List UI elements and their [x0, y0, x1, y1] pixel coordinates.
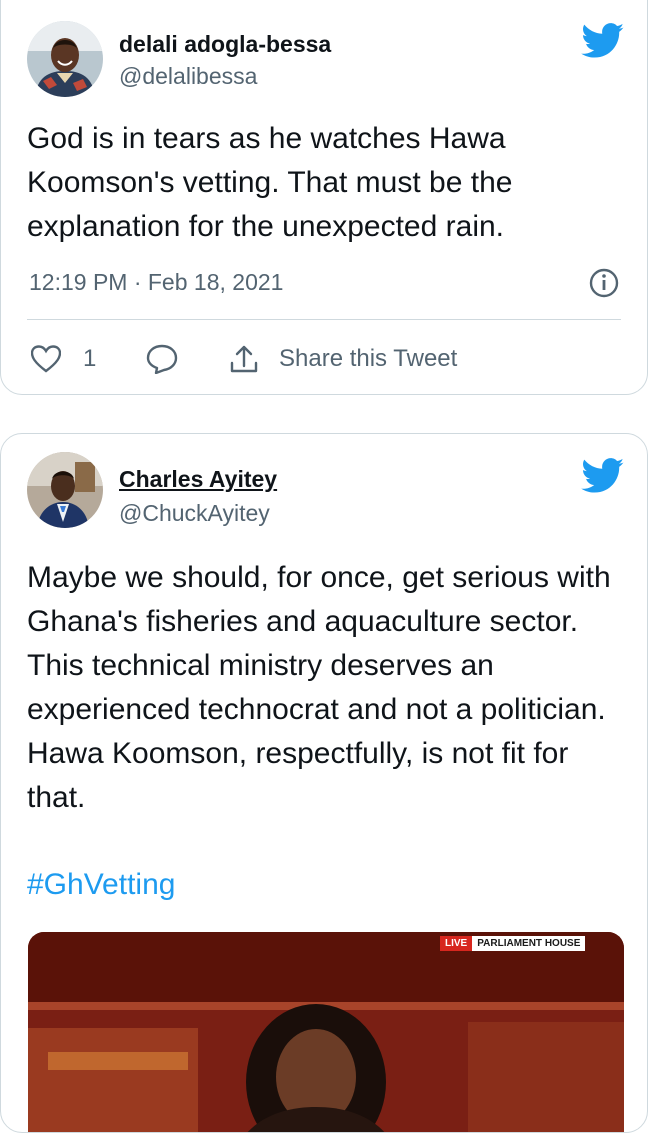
reply-button[interactable] — [146, 341, 178, 377]
author-handle[interactable]: @delalibessa — [119, 63, 257, 90]
tweet-card[interactable]: Charles Ayitey @ChuckAyitey Maybe we sho… — [0, 433, 648, 1133]
live-badge: LIVE PARLIAMENT HOUSE — [440, 936, 586, 951]
like-button[interactable]: 1 — [31, 341, 96, 377]
tweet-card[interactable]: delali adogla-bessa @delalibessa God is … — [0, 0, 648, 395]
tweet-text: God is in tears as he watches Hawa Kooms… — [27, 122, 513, 243]
author-name[interactable]: delali adogla-bessa — [119, 31, 331, 58]
heart-icon — [31, 345, 61, 373]
live-label: LIVE — [440, 936, 473, 951]
reply-icon — [146, 344, 178, 374]
author-name[interactable]: Charles Ayitey — [119, 466, 277, 493]
twitter-bird-icon[interactable] — [581, 458, 625, 494]
hashtag-link[interactable]: #GhVetting — [27, 868, 175, 902]
tweet-media-image[interactable]: LIVE PARLIAMENT HOUSE — [28, 932, 624, 1132]
location-label: PARLIAMENT HOUSE — [472, 936, 586, 951]
twitter-bird-icon[interactable] — [581, 23, 625, 59]
share-label: Share this Tweet — [279, 345, 458, 372]
author-handle[interactable]: @ChuckAyitey — [119, 500, 270, 527]
like-count: 1 — [83, 345, 97, 372]
avatar[interactable] — [27, 21, 103, 97]
avatar[interactable] — [27, 452, 103, 528]
divider — [27, 319, 621, 320]
share-icon — [230, 345, 258, 373]
tweet-timestamp[interactable]: 12:19 PM · Feb 18, 2021 — [29, 269, 283, 296]
info-icon[interactable] — [588, 267, 620, 299]
tweet-text: Maybe we should, for once, get serious w… — [27, 561, 611, 814]
share-button[interactable]: Share this Tweet — [229, 341, 457, 377]
